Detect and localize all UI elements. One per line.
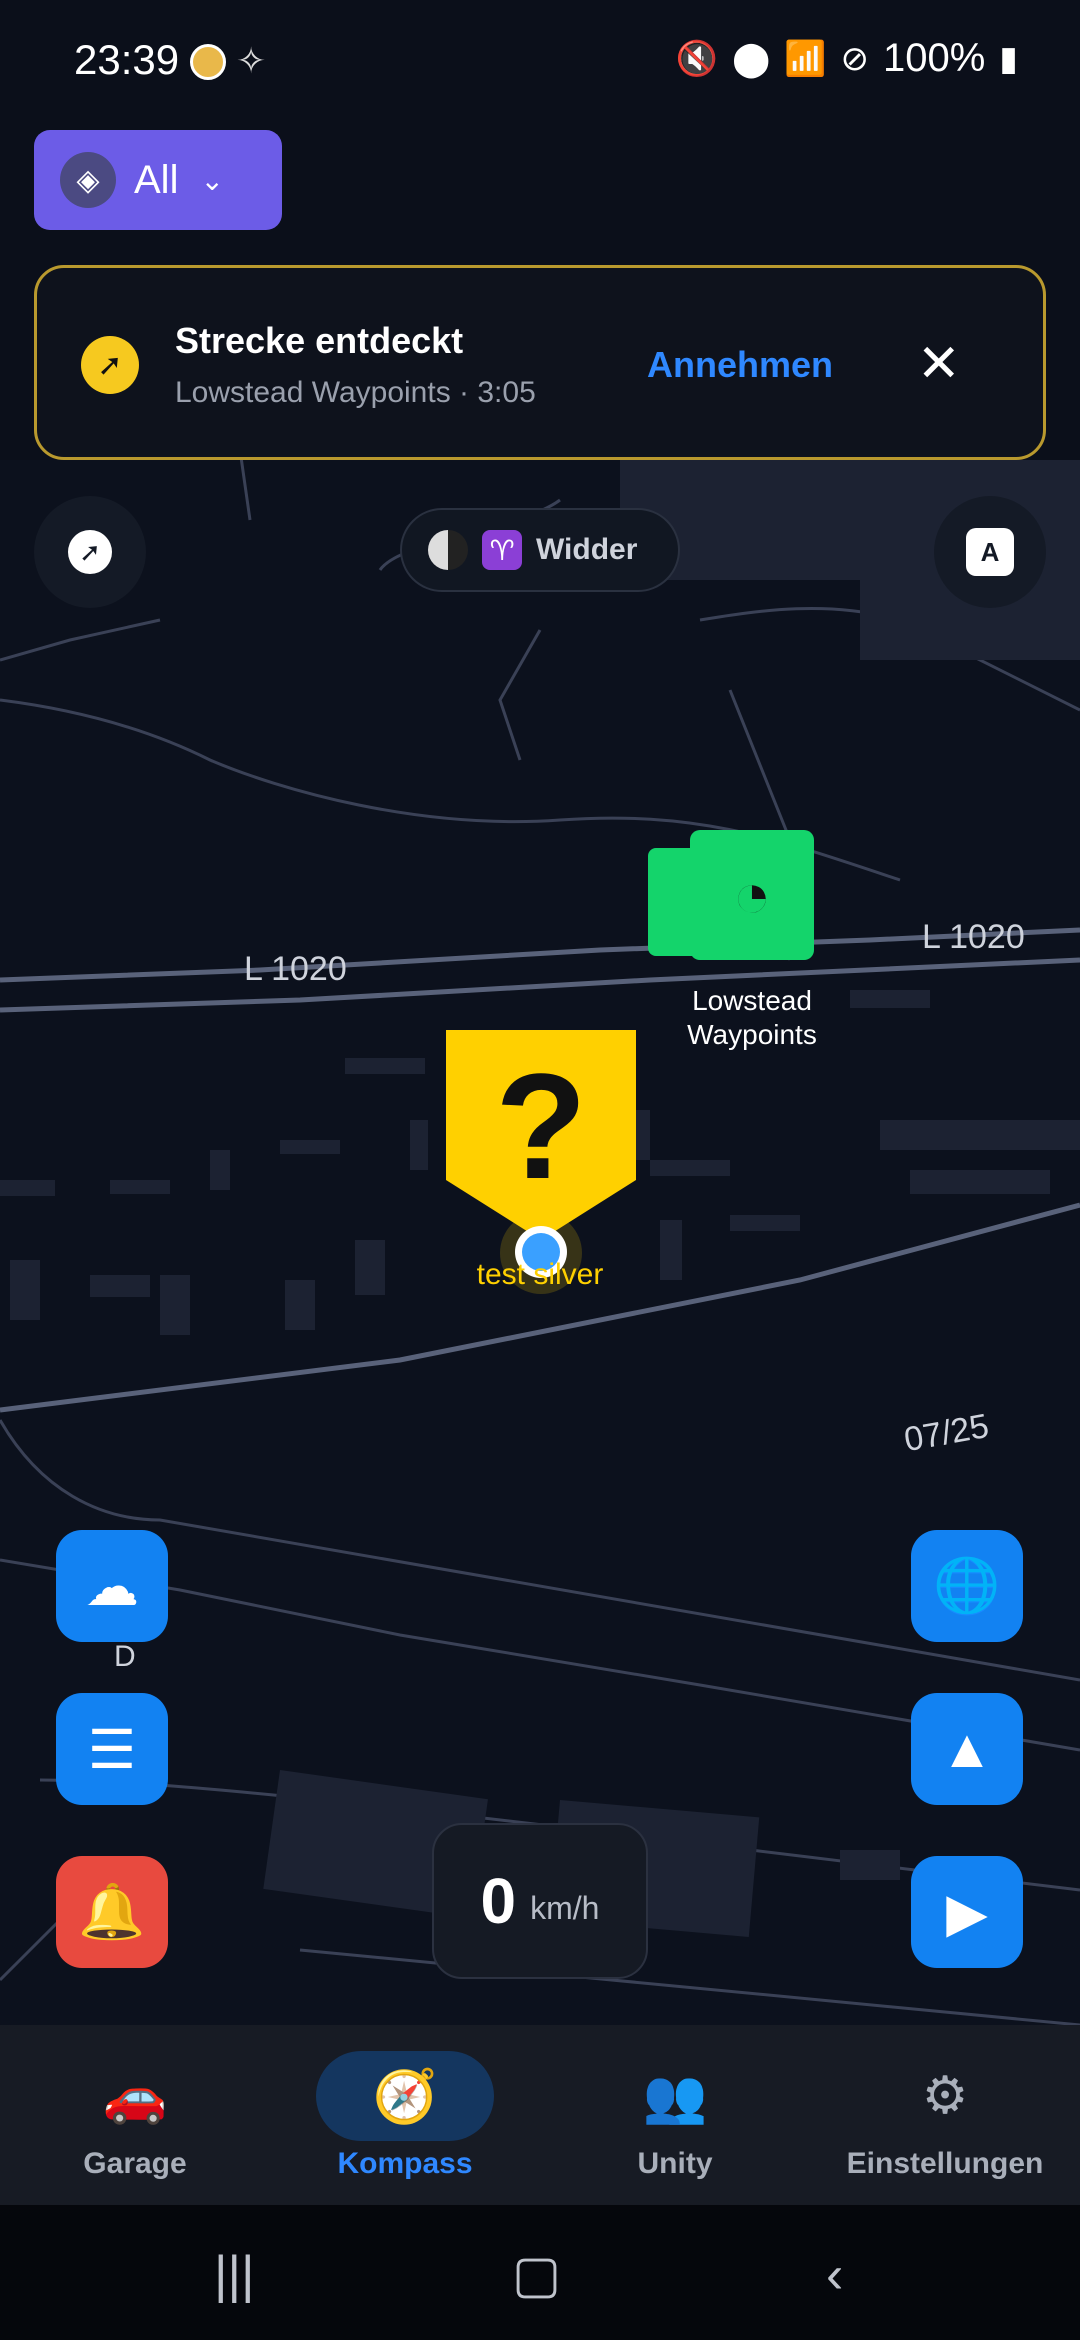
nav-label: Garage <box>83 2147 187 2180</box>
notification-title: Strecke entdeckt <box>175 320 464 361</box>
magic-wand-icon: ✧ <box>236 40 267 81</box>
location-icon: ⬤ <box>732 39 771 78</box>
compass-icon: ➚ <box>81 336 139 394</box>
nav-label: Einstellungen <box>846 2147 1044 2180</box>
speed-unit: km/h <box>530 1889 600 1926</box>
auto-brightness-icon: A <box>966 528 1014 576</box>
car-icon: 🚗 <box>102 2067 168 2126</box>
nav-label: Unity <box>637 2147 713 2180</box>
battery-icon: ▮ <box>999 39 1018 78</box>
speedometer-icon[interactable]: ◔ <box>690 830 814 960</box>
unknown-poi-marker[interactable]: ? <box>446 1030 636 1240</box>
moon-phase-icon <box>428 530 468 570</box>
globe-icon: 🌐 <box>933 1555 1001 1616</box>
compass-icon: 🧭 <box>316 2051 494 2141</box>
question-icon: ? <box>495 1042 587 1210</box>
close-icon[interactable]: ✕ <box>917 334 961 394</box>
video-camera-icon: ▶ <box>946 1882 988 1943</box>
zodiac-label: Widder <box>536 533 638 566</box>
user-label: test silver <box>476 1258 604 1291</box>
battery-percent: 100% <box>882 36 986 80</box>
alert-button[interactable]: 🔔 <box>56 1856 168 1968</box>
wifi-icon: 📶 <box>784 39 827 78</box>
zodiac-pill[interactable]: ♈ Widder <box>400 508 680 592</box>
home-button[interactable]: ▢ <box>512 2245 561 2305</box>
group-icon: 👥 <box>642 2067 708 2126</box>
nav-label: Kompass <box>337 2147 473 2180</box>
layer-filter-button[interactable]: ◈ All ⌄ <box>34 130 282 230</box>
navigation-arrow-icon: ▲ <box>940 1719 994 1779</box>
globe-button[interactable]: 🌐 <box>911 1530 1023 1642</box>
chevron-down-icon: ⌄ <box>200 164 224 196</box>
bell-plus-icon: 🔔 <box>78 1881 146 1942</box>
auto-mode-button[interactable]: A <box>934 496 1046 608</box>
status-time: 23:39 <box>74 36 180 83</box>
filter-label: All <box>134 157 179 202</box>
road-label: L 1020 <box>244 950 347 988</box>
nav-kompass[interactable]: 🧭 Kompass <box>270 2025 540 2205</box>
navigate-button[interactable]: ▲ <box>911 1693 1023 1805</box>
mute-icon: 🔇 <box>675 39 719 78</box>
recent-apps-button[interactable]: ||| <box>214 2245 255 2305</box>
dnd-icon: ⊘ <box>840 39 869 78</box>
weather-caption: D <box>114 1640 136 1673</box>
nav-garage[interactable]: 🚗 Garage <box>0 2025 270 2205</box>
route-discovered-card: ➚ Strecke entdeckt Lowstead Waypoints · … <box>34 265 1046 460</box>
waypoint-label: Lowstead Waypoints <box>687 985 817 1050</box>
notification-subtitle: Lowstead Waypoints · 3:05 <box>175 376 536 409</box>
sliders-icon: ☰ <box>87 1719 137 1780</box>
nav-einstellungen[interactable]: ⚙ Einstellungen <box>810 2025 1080 2205</box>
layers-icon: ◈ <box>60 152 116 208</box>
road-label: L 1020 <box>922 918 1025 956</box>
accept-button[interactable]: Annehmen <box>647 344 833 386</box>
nav-unity[interactable]: 👥 Unity <box>540 2025 810 2205</box>
back-button[interactable]: ‹ <box>826 2245 843 2305</box>
speed-display: 0 km/h <box>432 1823 648 1979</box>
settings-sliders-button[interactable]: ☰ <box>56 1693 168 1805</box>
system-navigation: ||| ▢ ‹ <box>0 2205 1080 2340</box>
gear-icon: ⚙ <box>921 2067 969 2125</box>
app-notification-icon <box>190 44 226 80</box>
speed-value: 0 <box>480 1865 517 1937</box>
status-indicators: 🔇 ⬤ 📶 ⊘ 100% ▮ <box>676 36 1018 81</box>
weather-button[interactable]: ☁ <box>56 1530 168 1642</box>
aries-icon: ♈ <box>482 530 522 570</box>
bottom-navigation: 🚗 Garage 🧭 Kompass 👥 Unity ⚙ Einstellung… <box>0 2025 1080 2205</box>
cloud-icon: ☁ <box>85 1556 139 1617</box>
status-bar: 23:39 ✧ 🔇 ⬤ 📶 ⊘ 100% ▮ <box>0 0 1080 125</box>
camera-button[interactable]: ▶ <box>911 1856 1023 1968</box>
compass-icon: ➚ <box>68 530 112 574</box>
compass-button[interactable]: ➚ <box>34 496 146 608</box>
